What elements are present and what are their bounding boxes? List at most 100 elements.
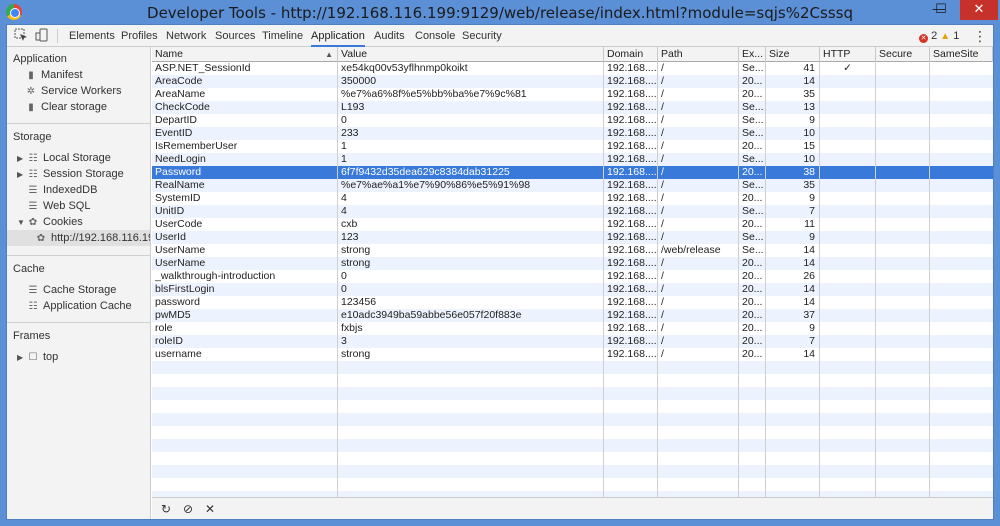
table-row[interactable]: NeedLogin 1 192.168.... / Se... 10 [152, 153, 993, 166]
grid-icon: ☷ [28, 153, 38, 164]
column-header-ex[interactable]: Ex... [739, 47, 766, 62]
cell-expires: Se... [739, 127, 766, 140]
table-row[interactable]: CheckCode L193 192.168.... / Se... 13 [152, 101, 993, 114]
delete-selected-icon[interactable]: ✕ [202, 501, 218, 517]
table-row[interactable]: AreaCode 350000 192.168..../20... 14 [152, 75, 993, 88]
table-row[interactable]: UserName strong 192.168..../20... 14 [152, 257, 993, 270]
table-row[interactable]: SystemID 4 192.168..../20... 9 [152, 192, 993, 205]
tab-timeline[interactable]: Timeline [262, 25, 303, 47]
sidebar-item-application-cache[interactable]: ☷ Application Cache [27, 298, 132, 314]
gear-icon: ✲ [26, 86, 36, 97]
sidebar-item-cookies[interactable]: ▼ ✿ Cookies [17, 214, 83, 230]
cookie-icon: ✿ [28, 217, 38, 228]
inspect-element-icon[interactable] [13, 28, 29, 44]
sidebar-item-local-storage[interactable]: ▶ ☷ Local Storage [17, 150, 111, 166]
cell-size: 14 [766, 348, 820, 361]
collapse-triangle-icon[interactable]: ▼ [17, 215, 25, 231]
more-options-icon[interactable]: ⋮ [973, 25, 987, 47]
column-header-path[interactable]: Path [658, 47, 739, 62]
tab-security[interactable]: Security [462, 25, 502, 47]
cell-value: 0 [338, 114, 604, 127]
column-header-secure[interactable]: Secure [876, 47, 930, 62]
sidebar-item-service-workers[interactable]: ✲ Service Workers [25, 83, 122, 99]
cell-name: RealName [152, 179, 338, 192]
expand-triangle-icon[interactable]: ▶ [17, 167, 25, 183]
column-header-domain[interactable]: Domain [604, 47, 658, 62]
table-row[interactable]: EventID 233 192.168.... / Se... 10 [152, 127, 993, 140]
grid-icon: ☷ [28, 301, 38, 312]
table-row[interactable]: RealName %e7%ae%a1%e7%90%86%e5%91%98 192.1… [152, 179, 993, 192]
table-row[interactable]: _walkthrough-introduction 0 192.168..../20… [152, 270, 993, 283]
column-divider [875, 62, 876, 497]
table-row[interactable]: password 123456 192.168..../20... 14 [152, 296, 993, 309]
cell-http [820, 296, 876, 309]
error-warning-counter[interactable]: ✕ 2 ▲ 1 [919, 25, 959, 47]
sidebar-item-indexeddb[interactable]: ☰ IndexedDB [27, 182, 98, 198]
table-row[interactable]: username strong 192.168..../20... 14 [152, 348, 993, 361]
cell-name: _walkthrough-introduction [152, 270, 338, 283]
cell-expires: Se... [739, 179, 766, 192]
column-header-size[interactable]: Size [766, 47, 820, 62]
tab-elements[interactable]: Elements [69, 25, 115, 47]
table-row[interactable]: UserCode cxb 192.168..../20... 11 [152, 218, 993, 231]
empty-row [152, 387, 993, 400]
table-row[interactable]: Password 6f7f9432d35dea629c8384dab31225 19… [152, 166, 993, 179]
tab-console[interactable]: Console [415, 25, 455, 47]
column-header-http[interactable]: HTTP [820, 47, 876, 62]
clear-all-icon[interactable]: ⊘ [180, 501, 196, 517]
table-row[interactable]: UserName strong 192.168..../web/release Se.… [152, 244, 993, 257]
cell-expires: 20... [739, 88, 766, 101]
cell-size: 9 [766, 231, 820, 244]
refresh-icon[interactable]: ↻ [158, 501, 174, 517]
expand-triangle-icon[interactable]: ▶ [17, 151, 25, 167]
cell-value: 4 [338, 192, 604, 205]
cell-path: / [658, 309, 739, 322]
column-header-name[interactable]: Name ▲ [152, 47, 338, 62]
device-toolbar-icon[interactable] [34, 28, 50, 44]
cell-domain: 192.168.... [604, 283, 658, 296]
cell-domain: 192.168.... [604, 166, 658, 179]
table-row[interactable]: roleID 3 192.168..../20... 7 [152, 335, 993, 348]
table-row[interactable]: pwMD5 e10adc3949ba59abbe56e057f20f883e 192… [152, 309, 993, 322]
tab-sources[interactable]: Sources [215, 25, 255, 47]
cell-size: 15 [766, 140, 820, 153]
cell-value: 4 [338, 205, 604, 218]
expand-triangle-icon[interactable]: ▶ [17, 350, 25, 366]
tab-audits[interactable]: Audits [374, 25, 405, 47]
maximize-button[interactable]: ☐ [928, 0, 954, 20]
cell-http [820, 309, 876, 322]
trash-icon: ▮ [28, 102, 34, 113]
cell-value: xe54kq00v53yflhnmp0koikt [338, 62, 604, 75]
cell-name: UserCode [152, 218, 338, 231]
cell-value: 1 [338, 140, 604, 153]
sidebar-item-session-storage[interactable]: ▶ ☷ Session Storage [17, 166, 124, 182]
cell-value: strong [338, 348, 604, 361]
sidebar-item-frame-top[interactable]: ▶ ☐ top [17, 349, 58, 365]
sidebar-item-manifest[interactable]: ▮ Manifest [25, 67, 82, 83]
sidebar-item-web-sql[interactable]: ☰ Web SQL [27, 198, 91, 214]
column-header-label: Size [769, 48, 790, 60]
sidebar-item-cookie-origin[interactable]: ✿http://192.168.116.199:9 [7, 230, 150, 246]
sidebar-item-clear-storage[interactable]: ▮ Clear storage [25, 99, 107, 115]
column-header-value[interactable]: Value [338, 47, 604, 62]
table-row[interactable]: UnitID 4 192.168.... / Se... 7 [152, 205, 993, 218]
table-row[interactable]: DepartID 0 192.168.... / Se... 9 [152, 114, 993, 127]
sidebar-item-cache-storage[interactable]: ☰ Cache Storage [27, 282, 117, 298]
empty-row [152, 426, 993, 439]
tab-network[interactable]: Network [166, 25, 206, 47]
table-row[interactable]: role fxbjs 192.168..../20... 9 [152, 322, 993, 335]
table-row[interactable]: ASP.NET_SessionId xe54kq00v53yflhnmp0koik… [152, 62, 993, 75]
column-header-label: HTTP [823, 48, 851, 60]
cell-domain: 192.168.... [604, 140, 658, 153]
table-row[interactable]: IsRememberUser 1 192.168..../20... 15 [152, 140, 993, 153]
column-header-samesite[interactable]: SameSite [930, 47, 993, 62]
tab-application[interactable]: Application [311, 25, 365, 47]
cell-expires: 20... [739, 166, 766, 179]
table-action-bar: ↻ ⊘ ✕ [152, 497, 993, 519]
cell-http [820, 335, 876, 348]
table-row[interactable]: blsFirstLogin 0 192.168..../20... 14 [152, 283, 993, 296]
tab-profiles[interactable]: Profiles [121, 25, 158, 47]
table-row[interactable]: UserId 123 192.168.... / Se... 9 [152, 231, 993, 244]
close-window-button[interactable]: ✕ [960, 0, 998, 20]
table-row[interactable]: AreaName %e7%a6%8f%e5%bb%ba%e7%9c%81 192.1… [152, 88, 993, 101]
